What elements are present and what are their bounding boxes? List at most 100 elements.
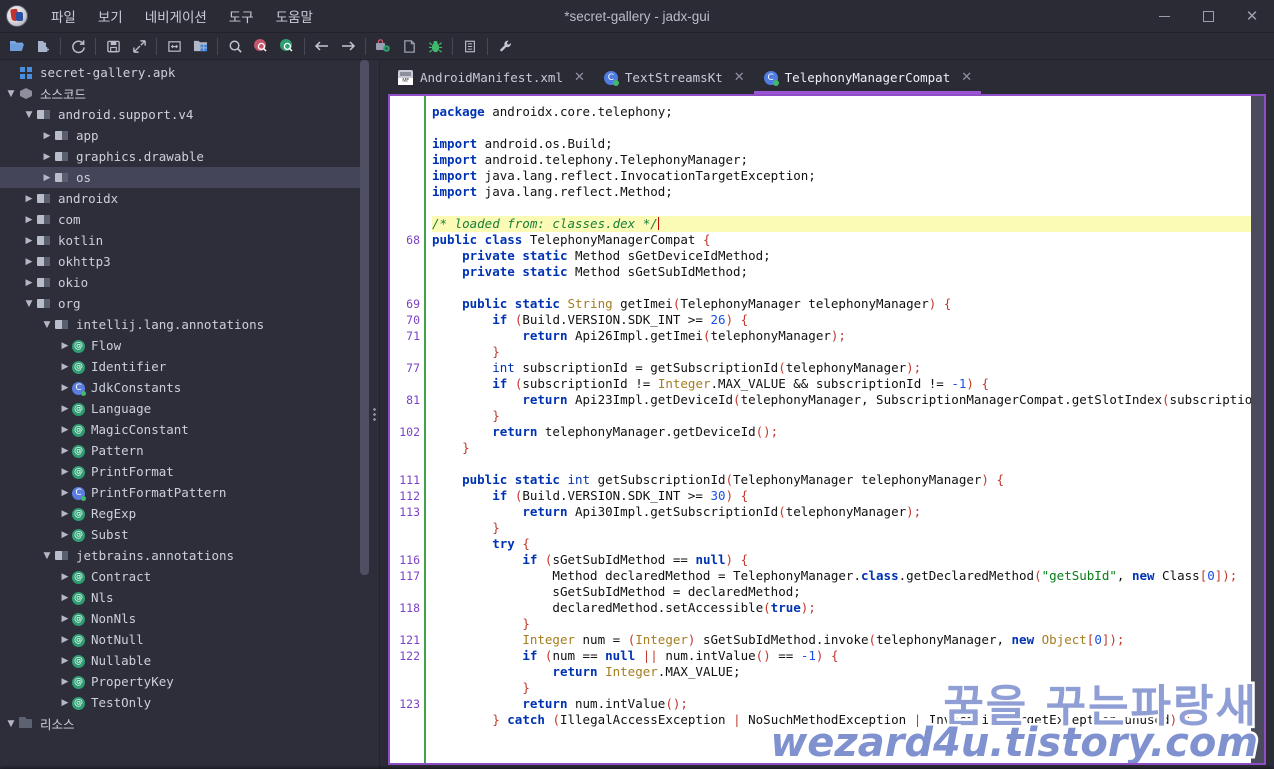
add-files-button[interactable] xyxy=(30,34,56,58)
debugger-button[interactable] xyxy=(422,34,448,58)
sidebar-scrollbar-thumb[interactable] xyxy=(360,60,369,575)
close-button[interactable]: ✕ xyxy=(1230,0,1274,32)
twisty-collapsed-icon[interactable]: ▶ xyxy=(58,339,72,353)
reload-button[interactable] xyxy=(65,34,91,58)
tree-node[interactable]: ▶ @ Flow xyxy=(0,335,379,356)
log-viewer-button[interactable] xyxy=(457,34,483,58)
tree-node[interactable]: ▶ graphics.drawable xyxy=(0,146,379,167)
menu-item-help[interactable]: 도움말 xyxy=(265,2,324,30)
tree-node[interactable]: ▶ @ Contract xyxy=(0,566,379,587)
twisty-collapsed-icon[interactable]: ▶ xyxy=(22,276,36,290)
tab-close-icon[interactable]: ✕ xyxy=(574,71,585,84)
tree-node[interactable]: ▶ @ NotNull xyxy=(0,629,379,650)
deobfuscation-button[interactable] xyxy=(370,34,396,58)
back-button[interactable] xyxy=(309,34,335,58)
tree-node[interactable]: ▶ os xyxy=(0,167,379,188)
editor-tab[interactable]: TextStreamsKt ✕ xyxy=(594,60,754,94)
tree-node[interactable]: ▶ @ MagicConstant xyxy=(0,419,379,440)
minimize-button[interactable] xyxy=(1142,0,1186,32)
sidebar-scrollbar-track[interactable] xyxy=(360,60,369,769)
twisty-expanded-icon[interactable]: ▼ xyxy=(4,717,18,731)
twisty-expanded-icon[interactable]: ▼ xyxy=(22,297,36,311)
tree-node[interactable]: ▶ @ PrintFormat xyxy=(0,461,379,482)
twisty-collapsed-icon[interactable]: ▶ xyxy=(58,591,72,605)
twisty-expanded-icon[interactable]: ▼ xyxy=(40,318,54,332)
tree-node[interactable]: ▶ @ Nls xyxy=(0,587,379,608)
tree-node[interactable]: ▶ app xyxy=(0,125,379,146)
twisty-collapsed-icon[interactable]: ▶ xyxy=(58,570,72,584)
menu-item-view[interactable]: 보기 xyxy=(87,2,134,30)
twisty-collapsed-icon[interactable]: ▶ xyxy=(58,486,72,500)
tree-node[interactable]: ▼ 소스코드 xyxy=(0,83,379,104)
tree-node[interactable]: ▼ jetbrains.annotations xyxy=(0,545,379,566)
twisty-collapsed-icon[interactable]: ▶ xyxy=(22,234,36,248)
save-all-button[interactable] xyxy=(100,34,126,58)
twisty-collapsed-icon[interactable]: ▶ xyxy=(22,255,36,269)
twisty-collapsed-icon[interactable]: ▶ xyxy=(58,465,72,479)
tree-node[interactable]: ▶ @ PropertyKey xyxy=(0,671,379,692)
tree-node[interactable]: ▶ C PrintFormatPattern xyxy=(0,482,379,503)
twisty-collapsed-icon[interactable]: ▶ xyxy=(58,528,72,542)
twisty-collapsed-icon[interactable]: ▶ xyxy=(58,633,72,647)
tab-close-icon[interactable]: ✕ xyxy=(734,71,745,84)
menu-item-tools[interactable]: 도구 xyxy=(218,2,265,30)
twisty-collapsed-icon[interactable]: ▶ xyxy=(58,612,72,626)
forward-button[interactable] xyxy=(335,34,361,58)
tree-node[interactable]: ▶ @ RegExp xyxy=(0,503,379,524)
tree-node[interactable]: ▶ @ NonNls xyxy=(0,608,379,629)
twisty-collapsed-icon[interactable]: ▶ xyxy=(58,360,72,374)
tree-node[interactable]: ▶ @ Nullable xyxy=(0,650,379,671)
preferences-button[interactable] xyxy=(492,34,518,58)
twisty-collapsed-icon[interactable]: ▶ xyxy=(22,213,36,227)
tree-node[interactable]: ▶ @ Pattern xyxy=(0,440,379,461)
panel-splitter[interactable] xyxy=(369,60,379,769)
tree-node[interactable]: ▶ com xyxy=(0,209,379,230)
tree-node[interactable]: ▶ okio xyxy=(0,272,379,293)
tree-node[interactable]: secret-gallery.apk xyxy=(0,62,379,83)
twisty-expanded-icon[interactable]: ▼ xyxy=(4,87,18,101)
tree-node[interactable]: ▼ 리소스 xyxy=(0,713,379,734)
twisty-expanded-icon[interactable]: ▼ xyxy=(40,549,54,563)
twisty-collapsed-icon[interactable]: ▶ xyxy=(58,507,72,521)
twisty-collapsed-icon[interactable]: ▶ xyxy=(22,192,36,206)
quark-button[interactable] xyxy=(396,34,422,58)
tree-node[interactable]: ▶ @ TestOnly xyxy=(0,692,379,713)
twisty-collapsed-icon[interactable]: ▶ xyxy=(58,381,72,395)
search-class-button[interactable] xyxy=(248,34,274,58)
tree-node[interactable]: ▶ okhttp3 xyxy=(0,251,379,272)
tree-node[interactable]: ▼ android.support.v4 xyxy=(0,104,379,125)
twisty-collapsed-icon[interactable]: ▶ xyxy=(58,402,72,416)
collapse-all-button[interactable] xyxy=(161,34,187,58)
tree-node[interactable]: ▶ @ Subst xyxy=(0,524,379,545)
expand-tree-button[interactable] xyxy=(187,34,213,58)
tree-node[interactable]: ▶ C JdkConstants xyxy=(0,377,379,398)
tree-node[interactable]: ▶ @ Language xyxy=(0,398,379,419)
twisty-collapsed-icon[interactable]: ▶ xyxy=(58,696,72,710)
twisty-collapsed-icon[interactable]: ▶ xyxy=(58,675,72,689)
twisty-expanded-icon[interactable]: ▼ xyxy=(22,108,36,122)
open-file-button[interactable] xyxy=(4,34,30,58)
twisty-collapsed-icon[interactable]: ▶ xyxy=(58,654,72,668)
search-method-button[interactable] xyxy=(274,34,300,58)
editor-tab[interactable]: TelephonyManagerCompat ✕ xyxy=(753,60,982,94)
twisty-collapsed-icon[interactable]: ▶ xyxy=(40,150,54,164)
twisty-collapsed-icon[interactable]: ▶ xyxy=(40,129,54,143)
twisty-collapsed-icon[interactable]: ▶ xyxy=(40,171,54,185)
twisty-collapsed-icon[interactable]: ▶ xyxy=(58,444,72,458)
tree-node[interactable]: ▶ @ Identifier xyxy=(0,356,379,377)
tree-node[interactable]: ▶ androidx xyxy=(0,188,379,209)
tree-node[interactable]: ▼ intellij.lang.annotations xyxy=(0,314,379,335)
tree-node[interactable]: ▶ kotlin xyxy=(0,230,379,251)
menu-item-file[interactable]: 파일 xyxy=(40,2,87,30)
code-text-area[interactable]: package androidx.core.telephony; import a… xyxy=(426,96,1264,763)
editor-tab[interactable]: AndroidManifest.xml ✕ xyxy=(388,60,594,94)
twisty-collapsed-icon[interactable]: ▶ xyxy=(58,423,72,437)
export-button[interactable] xyxy=(126,34,152,58)
search-text-button[interactable] xyxy=(222,34,248,58)
tab-close-icon[interactable]: ✕ xyxy=(961,71,972,84)
code-editor[interactable]: 68 69 70 71 77 81 102 111 112 113 116 117 118 121 122 1… xyxy=(388,94,1266,765)
menu-item-navigation[interactable]: 네비게이션 xyxy=(134,2,218,30)
maximize-button[interactable] xyxy=(1186,0,1230,32)
tree-node[interactable]: ▼ org xyxy=(0,293,379,314)
editor-scrollbar[interactable] xyxy=(1251,96,1264,763)
